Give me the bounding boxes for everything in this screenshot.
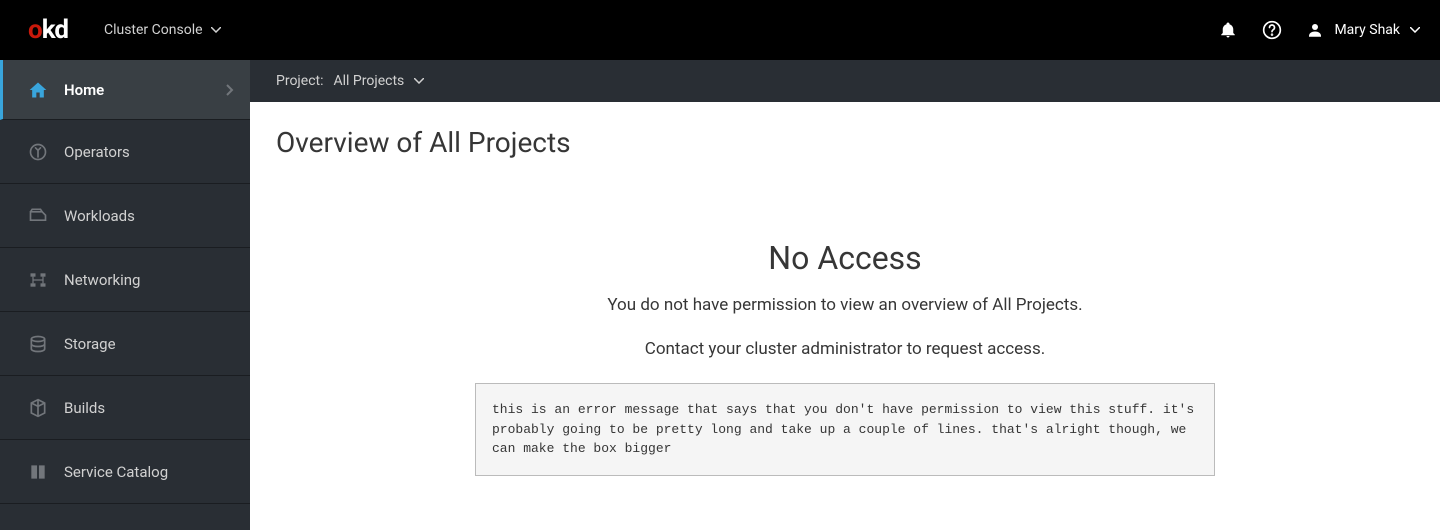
sidebar-item-home[interactable]: Home xyxy=(0,60,250,120)
networking-icon xyxy=(28,270,48,290)
content: Overview of All Projects No Access You d… xyxy=(250,102,1440,500)
bell-icon xyxy=(1219,21,1237,39)
sidebar-item-networking[interactable]: Networking xyxy=(0,248,250,312)
chevron-down-icon xyxy=(414,78,424,84)
sidebar-item-label: Service Catalog xyxy=(64,463,168,481)
sidebar-item-operators[interactable]: Operators xyxy=(0,120,250,184)
help-button[interactable] xyxy=(1262,20,1282,40)
builds-icon xyxy=(28,398,48,418)
logo-part-kd: kd xyxy=(42,15,68,45)
logo-part-o: o xyxy=(28,15,42,45)
notifications-button[interactable] xyxy=(1218,20,1238,40)
chevron-right-icon xyxy=(226,84,234,96)
user-icon xyxy=(1306,21,1324,39)
sidebar-item-label: Operators xyxy=(64,143,130,161)
user-menu[interactable]: Mary Shak xyxy=(1306,21,1420,39)
sidebar-item-builds[interactable]: Builds xyxy=(0,376,250,440)
main: Project: All Projects Overview of All Pr… xyxy=(250,60,1440,530)
sidebar-item-label: Workloads xyxy=(64,207,135,225)
sidebar-item-service-catalog[interactable]: Service Catalog xyxy=(0,440,250,504)
sidebar-item-label: Networking xyxy=(64,271,140,289)
project-label: Project: xyxy=(276,73,324,89)
user-name: Mary Shak xyxy=(1334,22,1400,38)
sidebar-item-storage[interactable]: Storage xyxy=(0,312,250,376)
page-title: Overview of All Projects xyxy=(276,126,1414,159)
project-value: All Projects xyxy=(334,73,405,89)
logo[interactable]: okd xyxy=(28,15,68,45)
sidebar-item-workloads[interactable]: Workloads xyxy=(0,184,250,248)
empty-state-title: No Access xyxy=(276,239,1414,277)
topbar-right: Mary Shak xyxy=(1218,20,1420,40)
catalog-icon xyxy=(28,462,48,482)
empty-state-line2: Contact your cluster administrator to re… xyxy=(276,339,1414,359)
console-selector-label: Cluster Console xyxy=(104,22,203,38)
empty-state: No Access You do not have permission to … xyxy=(276,239,1414,476)
home-icon xyxy=(28,80,48,100)
error-message-box: this is an error message that says that … xyxy=(475,383,1215,476)
sidebar-item-label: Builds xyxy=(64,399,105,417)
topbar: okd Cluster Console Mary Shak xyxy=(0,0,1440,60)
chevron-down-icon xyxy=(211,27,221,33)
sidebar: Home Operators Workloads Networking Stor… xyxy=(0,60,250,530)
operators-icon xyxy=(28,142,48,162)
console-selector[interactable]: Cluster Console xyxy=(104,22,221,38)
help-icon xyxy=(1262,20,1282,40)
workloads-icon xyxy=(28,206,48,226)
storage-icon xyxy=(28,334,48,354)
sidebar-item-label: Storage xyxy=(64,335,116,353)
project-selector[interactable]: Project: All Projects xyxy=(250,60,1440,102)
sidebar-item-label: Home xyxy=(64,81,104,99)
chevron-down-icon xyxy=(1410,27,1420,33)
empty-state-line1: You do not have permission to view an ov… xyxy=(276,295,1414,315)
